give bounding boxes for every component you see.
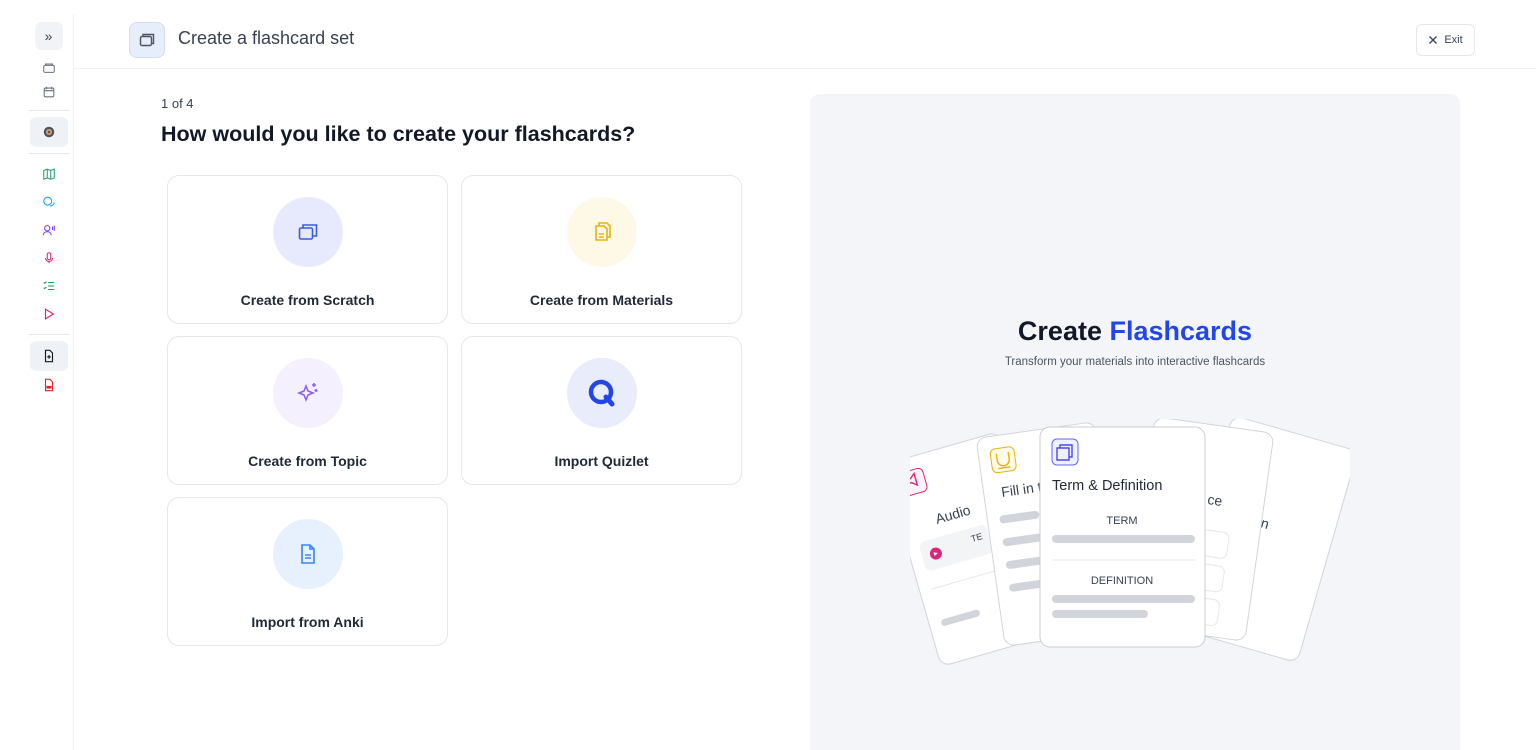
sidebar: » <box>24 14 74 750</box>
checklist-icon[interactable] <box>35 272 63 300</box>
option-create-from-topic[interactable]: Create from Topic <box>167 336 448 485</box>
microphone-icon[interactable] <box>35 244 63 272</box>
play-icon[interactable] <box>35 300 63 328</box>
option-label: Import Quizlet <box>554 453 649 469</box>
flashcards-icon <box>298 224 317 240</box>
document-icon <box>300 544 315 564</box>
flashcards-illustration: n ce Audio TE Fill in t Term & Definitio… <box>910 419 1350 665</box>
avatar[interactable] <box>29 117 68 147</box>
card-choice-label: ce <box>1207 491 1224 509</box>
option-import-quizlet[interactable]: Import Quizlet <box>461 336 742 485</box>
option-icon-circle <box>566 197 637 267</box>
close-icon <box>1429 36 1438 44</box>
exit-label: Exit <box>1444 34 1463 46</box>
option-create-from-materials[interactable]: Create from Materials <box>461 175 742 324</box>
folder-icon[interactable] <box>35 56 63 80</box>
sidebar-divider <box>28 153 69 154</box>
sidebar-divider <box>28 334 69 335</box>
option-label: Import from Anki <box>251 614 364 630</box>
step-indicator: 1 of 4 <box>161 96 194 111</box>
page-title: Create a flashcard set <box>178 28 355 48</box>
calendar-icon[interactable] <box>35 80 63 104</box>
option-icon-circle <box>272 358 343 428</box>
map-icon[interactable] <box>35 160 63 188</box>
voice-user-icon[interactable] <box>35 216 63 244</box>
promo-panel: Create Flashcards Transform your materia… <box>810 94 1460 750</box>
documents-icon <box>594 222 611 241</box>
exit-button[interactable]: Exit <box>1416 24 1475 56</box>
card-definition-label: DEFINITION <box>1091 575 1153 587</box>
option-icon-circle <box>566 358 637 428</box>
sparkle-icon <box>296 383 317 403</box>
promo-title-accent: Flashcards <box>1109 316 1253 346</box>
option-label: Create from Materials <box>529 292 674 308</box>
expand-sidebar-button[interactable]: » <box>34 22 63 50</box>
pdf-icon[interactable] <box>35 371 63 399</box>
header: Create a flashcard set Exit <box>74 0 1536 69</box>
option-icon-circle <box>272 519 343 589</box>
card-term-label: TERM <box>1106 515 1137 527</box>
option-create-from-scratch[interactable]: Create from Scratch <box>167 175 448 324</box>
promo-title-prefix: Create <box>1017 316 1102 346</box>
quizlet-icon <box>588 379 614 407</box>
option-label: Create from Scratch <box>240 292 375 308</box>
file-add-icon[interactable] <box>29 341 68 371</box>
option-icon-circle <box>272 197 343 267</box>
card-term-definition-title: Term & Definition <box>1052 478 1162 494</box>
option-label: Create from Topic <box>248 453 367 469</box>
chat-icon[interactable] <box>35 188 63 216</box>
promo-title: Create Flashcards <box>810 316 1460 347</box>
flashcards-icon <box>129 22 165 58</box>
promo-subtitle: Transform your materials into interactiv… <box>1004 356 1266 368</box>
double-chevron-right-icon: » <box>44 28 53 44</box>
question-heading: How would you like to create your flashc… <box>161 122 636 146</box>
option-import-from-anki[interactable]: Import from Anki <box>167 497 448 646</box>
sidebar-divider <box>28 110 69 111</box>
